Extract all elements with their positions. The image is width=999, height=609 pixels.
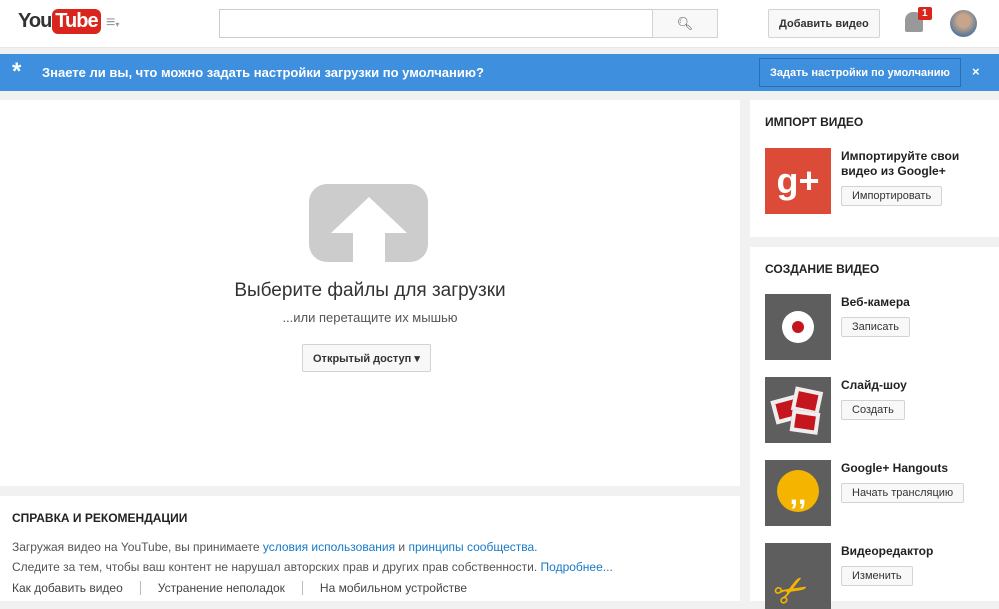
logo-text: You — [18, 10, 52, 32]
notification-badge: 1 — [918, 7, 932, 20]
import-title: ИМПОРТ ВИДЕО — [765, 115, 864, 129]
help-section: СПРАВКА И РЕКОМЕНДАЦИИ Загружая видео на… — [0, 496, 740, 601]
guide-menu-icon[interactable]: ≡▾ — [106, 14, 119, 32]
search-input[interactable] — [219, 9, 653, 38]
webcam-icon — [765, 294, 831, 360]
help-links: Как добавить видео Устранение неполадок … — [12, 581, 728, 595]
edit-button[interactable]: Изменить — [841, 566, 913, 586]
create-item-editor: ✂ Видеоредактор Изменить — [765, 543, 995, 609]
import-item: g+ Импортируйте свои видео из Google+ Им… — [765, 148, 995, 214]
search-icon: 🔍︎ — [676, 15, 694, 31]
item-label: Google+ Hangouts — [841, 461, 949, 475]
google-plus-icon: g+ — [765, 148, 831, 214]
slideshow-icon — [765, 377, 831, 443]
scissors-icon: ✂ — [765, 543, 831, 609]
search-button[interactable]: 🔍︎ — [652, 9, 718, 38]
help-link[interactable]: Как добавить видео — [12, 581, 140, 595]
add-video-button[interactable]: Добавить видео — [768, 9, 880, 38]
create-item-slideshow: Слайд-шоу Создать — [765, 377, 995, 443]
youtube-logo[interactable]: You Tube — [18, 9, 101, 34]
import-button[interactable]: Импортировать — [841, 186, 943, 206]
terms-link[interactable]: условия использования — [263, 540, 395, 554]
asterisk-icon: * — [12, 58, 22, 85]
create-item-hangouts: ,, Google+ Hangouts Начать трансляцию — [765, 460, 995, 526]
import-panel: ИМПОРТ ВИДЕО g+ Импортируйте свои видео … — [750, 100, 999, 237]
record-button[interactable]: Записать — [841, 317, 911, 337]
copyright-text: Следите за тем, чтобы ваш контент не нар… — [12, 560, 541, 574]
more-link[interactable]: Подробнее... — [541, 560, 613, 574]
create-button[interactable]: Создать — [841, 400, 905, 420]
privacy-dropdown[interactable]: Открытый доступ ▾ — [302, 344, 431, 372]
upload-title: Выберите файлы для загрузки — [234, 280, 506, 301]
defaults-banner: * Знаете ли вы, что можно задать настрой… — [0, 54, 999, 91]
create-title: СОЗДАНИЕ ВИДЕО — [765, 262, 880, 276]
start-broadcast-button[interactable]: Начать трансляцию — [841, 483, 965, 503]
avatar[interactable] — [950, 10, 977, 37]
upload-area[interactable]: Выберите файлы для загрузки ...или перет… — [0, 100, 740, 486]
item-label: Видеоредактор — [841, 544, 934, 558]
top-header: You Tube ≡▾ 🔍︎ Добавить видео 1 — [0, 0, 999, 48]
and-text: и — [395, 540, 409, 554]
help-link[interactable]: На мобильном устройстве — [301, 581, 484, 595]
import-text: Импортируйте свои видео из Google+ — [841, 149, 960, 178]
item-label: Веб-камера — [841, 295, 910, 309]
dot: . — [534, 540, 538, 554]
hangouts-icon: ,, — [765, 460, 831, 526]
set-defaults-button[interactable]: Задать настройки по умолчанию — [759, 58, 961, 87]
close-icon[interactable]: × — [972, 64, 980, 79]
terms-line: Загружая видео на YouTube, вы принимаете… — [12, 537, 728, 557]
item-label: Слайд-шоу — [841, 378, 907, 392]
logo-tube: Tube — [52, 9, 101, 34]
create-panel: СОЗДАНИЕ ВИДЕО Веб-камера Записать Слайд… — [750, 247, 999, 609]
upload-subtitle: ...или перетащите их мышью — [282, 310, 458, 325]
help-title: СПРАВКА И РЕКОМЕНДАЦИИ — [12, 511, 188, 525]
create-item-webcam: Веб-камера Записать — [765, 294, 995, 360]
terms-text: Загружая видео на YouTube, вы принимаете — [12, 540, 263, 554]
banner-message: Знаете ли вы, что можно задать настройки… — [42, 65, 484, 80]
help-link[interactable]: Устранение неполадок — [139, 581, 302, 595]
copyright-line: Следите за тем, чтобы ваш контент не нар… — [12, 557, 728, 577]
guidelines-link[interactable]: принципы сообщества — [408, 540, 534, 554]
upload-icon[interactable] — [309, 184, 428, 262]
